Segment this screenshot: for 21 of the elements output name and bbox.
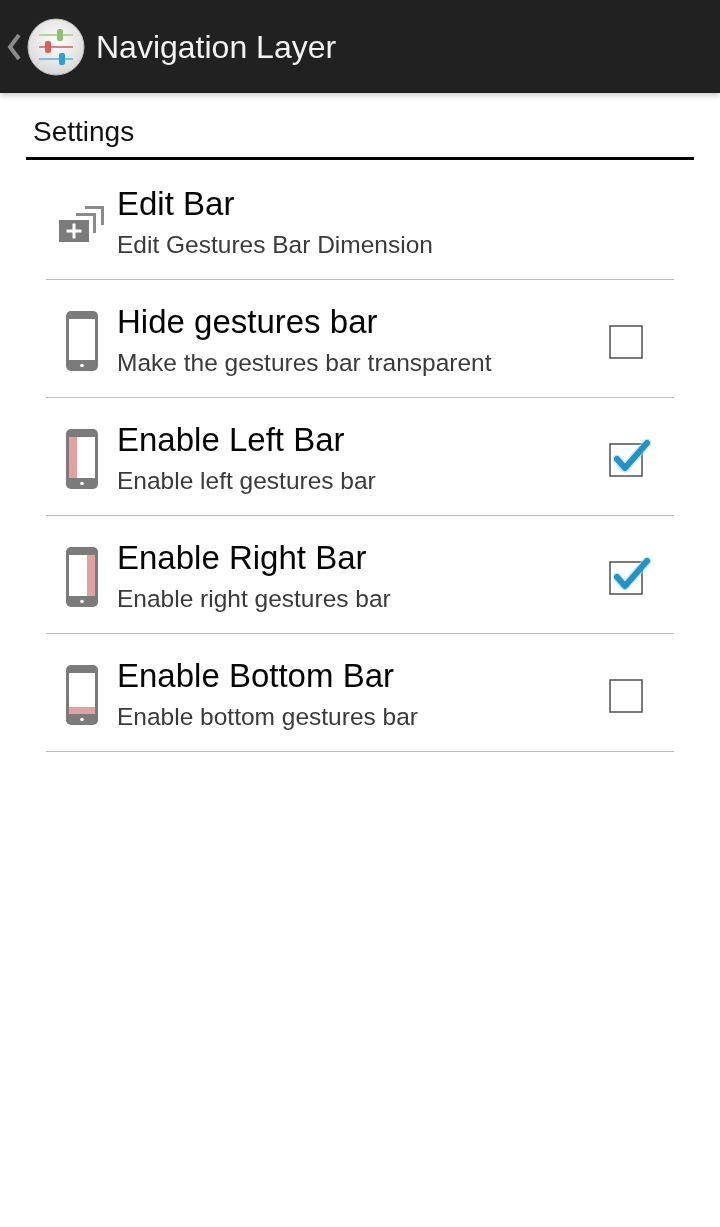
setting-summary: Edit Gestures Bar Dimension [117,230,434,260]
setting-summary: Enable right gestures bar [117,584,392,614]
setting-summary: Enable left gestures bar [117,466,377,496]
stacked-squares-plus-icon [59,203,104,242]
setting-title: Edit Bar [117,184,236,224]
checkbox[interactable] [609,554,651,595]
setting-title: Enable Bottom Bar [117,656,395,696]
sliders-icon [27,17,85,76]
setting-title: Enable Left Bar [117,420,346,460]
back-icon[interactable] [7,33,21,60]
phone-left-bar-icon [65,428,98,489]
phone-bottom-bar-icon [65,664,98,725]
section-title: Settings [33,115,136,149]
checkbox[interactable] [609,436,651,477]
setting-title: Enable Right Bar [117,538,368,578]
phone-icon [65,310,98,371]
phone-right-bar-icon [65,546,98,607]
setting-summary: Make the gestures bar transparent [117,348,493,378]
setting-title: Hide gestures bar [117,302,379,342]
app-title: Navigation Layer [96,27,337,67]
setting-summary: Enable bottom gestures bar [117,702,419,732]
